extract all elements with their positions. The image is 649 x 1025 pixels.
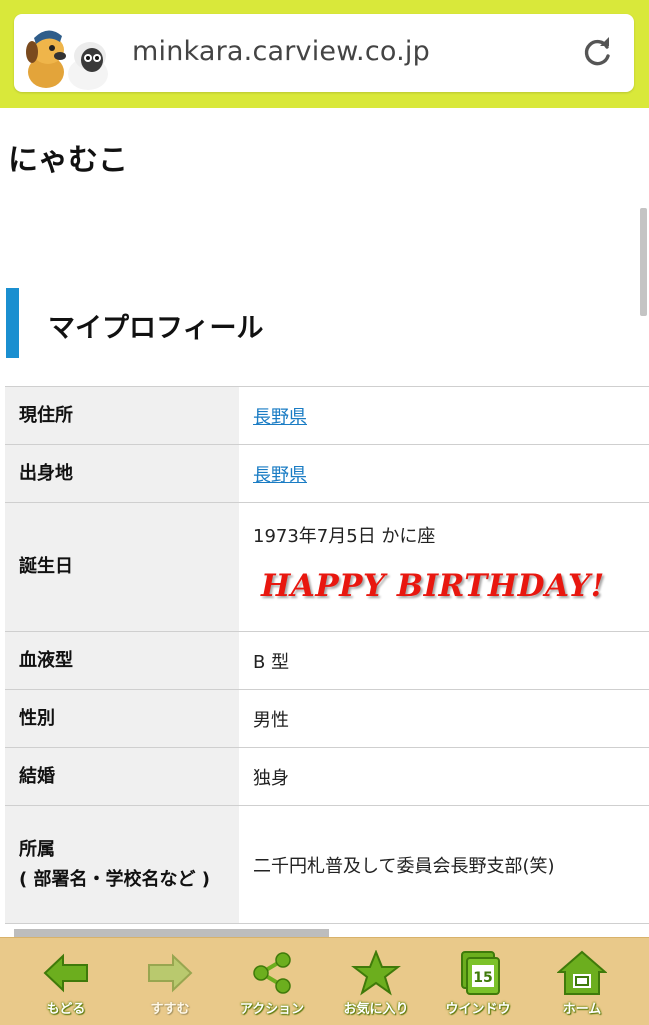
home-button[interactable]: ホーム [528, 938, 636, 1025]
action-label: アクション [239, 1002, 305, 1017]
window-label: ウインドウ [445, 1002, 511, 1017]
table-row: 所属 ( 部署名・学校名など ) 二千円札普及して委員会長野支部(笑) [5, 805, 649, 924]
row-value: 二千円札普及して委員会長野支部(笑) [239, 805, 649, 924]
back-button[interactable]: もどる [12, 938, 120, 1025]
browser-top-bar: minkara.carview.co.jp [0, 0, 649, 108]
row-value: 男性 [239, 689, 649, 748]
table-row: 血液型 B 型 [5, 631, 649, 690]
favorites-label: お気に入り [343, 1002, 409, 1017]
row-key: 誕生日 [5, 502, 239, 632]
birthday-text: 1973年7月5日 かに座 [253, 526, 436, 547]
home-label: ホーム [562, 1002, 602, 1017]
table-row: 誕生日 1973年7月5日 かに座 HAPPY BIRTHDAY! [5, 502, 649, 632]
table-row: 現住所 長野県 [5, 386, 649, 445]
share-icon [253, 952, 291, 994]
forward-label: すすむ [150, 1002, 190, 1017]
action-button[interactable]: アクション [218, 938, 326, 1025]
hometown-link[interactable]: 長野県 [253, 465, 307, 486]
forward-button[interactable]: すすむ [116, 938, 224, 1025]
profile-table: 現住所 長野県 出身地 長野県 誕生日 1973年7月5日 かに座 HAPPY … [5, 386, 649, 924]
table-row: 結婚 独身 [5, 747, 649, 806]
back-arrow-icon [43, 953, 88, 993]
section-header: マイプロフィール [6, 288, 636, 358]
address-bar[interactable]: minkara.carview.co.jp [14, 14, 634, 92]
window-tabs-icon: 15 [461, 951, 500, 995]
mascot-logo [26, 30, 108, 90]
favorites-button[interactable]: お気に入り [322, 938, 430, 1025]
vertical-scrollbar[interactable] [640, 208, 647, 316]
row-key: 現住所 [5, 386, 239, 445]
home-icon [557, 950, 607, 995]
url-text[interactable]: minkara.carview.co.jp [132, 36, 430, 67]
row-key: 所属 ( 部署名・学校名など ) [5, 805, 239, 924]
section-title: マイプロフィール [48, 313, 264, 344]
row-key: 血液型 [5, 631, 239, 690]
row-value: 長野県 [239, 386, 649, 445]
residence-link[interactable]: 長野県 [253, 407, 307, 428]
table-row: 性別 男性 [5, 689, 649, 748]
reload-icon[interactable] [580, 36, 614, 70]
back-label: もどる [46, 1002, 86, 1017]
table-row: 出身地 長野県 [5, 444, 649, 503]
row-key: 性別 [5, 689, 239, 748]
window-count: 15 [473, 970, 492, 986]
section-accent-bar [6, 288, 19, 358]
row-key: 出身地 [5, 444, 239, 503]
horizontal-scrollbar[interactable] [14, 929, 329, 937]
row-value: 独身 [239, 747, 649, 806]
star-icon [351, 950, 401, 996]
bottom-toolbar: もどる すすむ アクション お気に入り 15 ウインドウ ホーム [0, 937, 649, 1025]
happy-birthday-banner: HAPPY BIRTHDAY! [261, 568, 605, 604]
row-value: B 型 [239, 631, 649, 690]
row-value: 長野県 [239, 444, 649, 503]
forward-arrow-icon [148, 953, 193, 993]
row-key: 結婚 [5, 747, 239, 806]
row-value: 1973年7月5日 かに座 HAPPY BIRTHDAY! [239, 502, 649, 632]
page-title: にゃむこ [8, 143, 128, 178]
window-button[interactable]: 15 ウインドウ [424, 938, 532, 1025]
